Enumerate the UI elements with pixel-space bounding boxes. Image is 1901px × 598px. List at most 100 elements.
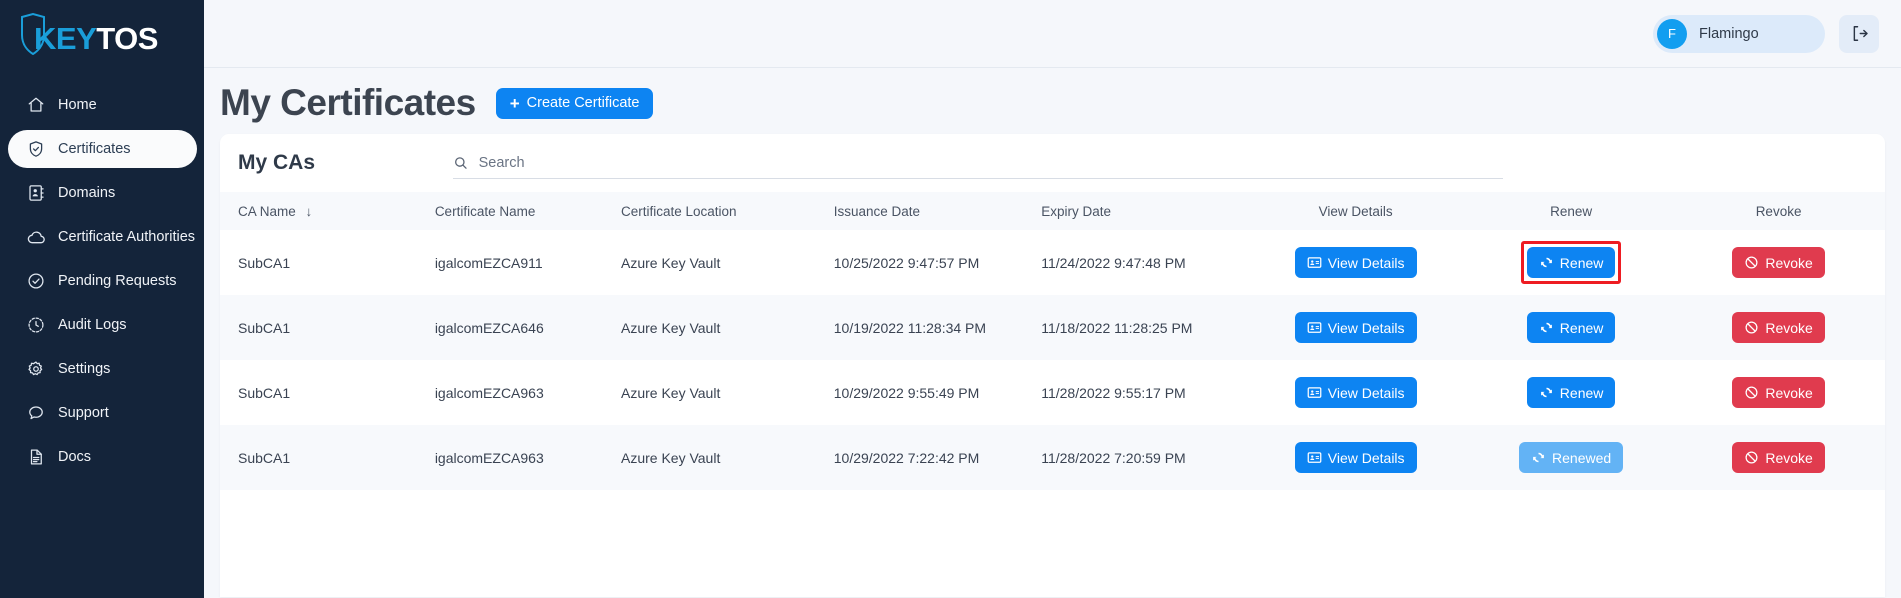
cell-view-details: View Details <box>1241 295 1470 360</box>
sidebar-item-certificate-authorities[interactable]: Certificate Authorities <box>8 218 196 256</box>
cell-issuance-date: 10/25/2022 9:47:57 PM <box>833 254 980 271</box>
cell-certificate-name: igalcomEZCA911 <box>434 254 543 271</box>
revoke-button[interactable]: Revoke <box>1732 442 1825 473</box>
sidebar-item-docs[interactable]: Docs <box>8 438 196 476</box>
renew-label: Renew <box>1559 319 1604 336</box>
no-entry-icon <box>1745 451 1758 464</box>
cell-renew: Renew <box>1470 295 1672 360</box>
cell-renew: Renew <box>1470 360 1672 425</box>
view-details-label: View Details <box>1327 319 1405 336</box>
revoke-label: Revoke <box>1765 319 1813 336</box>
revoke-button[interactable]: Revoke <box>1732 247 1825 278</box>
table-row: SubCA1 igalcomEZCA963 Azure Key Vault 10… <box>220 360 1885 425</box>
sidebar-item-audit-logs[interactable]: Audit Logs <box>8 306 196 344</box>
revoke-label: Revoke <box>1765 254 1813 271</box>
column-header-issuance-date[interactable]: Issuance Date <box>816 192 1023 230</box>
check-circle-icon <box>26 271 46 291</box>
avatar: F <box>1657 18 1687 49</box>
renew-button[interactable]: Renew <box>1526 247 1616 278</box>
cell-ca-name: SubCA1 <box>238 254 291 271</box>
brand-logo[interactable]: KEY TOS <box>0 0 204 78</box>
cell-view-details: View Details <box>1241 360 1470 425</box>
sidebar-item-label: Pending Requests <box>58 273 177 289</box>
no-entry-icon <box>1745 386 1758 399</box>
renew-label: Renew <box>1559 254 1604 271</box>
plus-icon: + <box>509 93 520 113</box>
sidebar-item-pending-requests[interactable]: Pending Requests <box>8 262 196 300</box>
revoke-button[interactable]: Revoke <box>1732 377 1825 408</box>
sidebar-item-label: Certificates <box>58 141 131 157</box>
refresh-icon <box>1540 322 1552 333</box>
cell-ca-name: SubCA1 <box>238 319 291 336</box>
cell-view-details: View Details <box>1241 230 1470 295</box>
renew-button[interactable]: Renew <box>1526 312 1616 343</box>
cell-certificate-name: igalcomEZCA646 <box>434 319 544 336</box>
sort-desc-icon: ↓ <box>305 203 313 219</box>
view-details-button[interactable]: View Details <box>1294 377 1417 408</box>
certificates-card: My CAs CA Name ↓ Ce <box>220 134 1885 597</box>
column-header-ca-name[interactable]: CA Name ↓ <box>220 192 417 230</box>
renew-button[interactable]: Renew <box>1526 377 1616 408</box>
cell-certificate-location: Azure Key Vault <box>620 319 721 336</box>
cell-certificate-location: Azure Key Vault <box>620 384 721 401</box>
view-details-button[interactable]: View Details <box>1294 247 1417 278</box>
view-details-label: View Details <box>1327 449 1405 466</box>
sidebar-item-label: Home <box>58 97 97 113</box>
column-header-view-details: View Details <box>1318 203 1393 219</box>
page-title: My Certificates <box>220 82 476 123</box>
gear-icon <box>26 359 46 379</box>
sidebar-item-certificates[interactable]: Certificates <box>8 130 197 168</box>
column-header-certificate-name[interactable]: Certificate Name <box>417 192 603 230</box>
column-header-revoke: Revoke <box>1755 203 1802 219</box>
home-icon <box>26 95 46 115</box>
view-details-label: View Details <box>1327 384 1405 401</box>
cloud-icon <box>26 227 46 247</box>
sidebar-item-label: Domains <box>58 185 116 201</box>
cell-view-details: View Details <box>1241 425 1470 490</box>
logout-button[interactable] <box>1839 14 1879 53</box>
search-input[interactable] <box>478 154 1503 171</box>
refresh-icon <box>1533 452 1544 463</box>
clock-dashed-icon <box>26 315 46 335</box>
revoke-label: Revoke <box>1765 384 1813 401</box>
id-card-icon <box>1307 452 1322 463</box>
main-content: F Flamingo My Certificates + Create Cert… <box>204 0 1901 598</box>
logout-icon <box>1853 26 1868 41</box>
shield-logo-icon <box>21 13 45 55</box>
cell-certificate-name: igalcomEZCA963 <box>434 384 544 401</box>
renewed-button: Renewed <box>1519 442 1624 473</box>
view-details-button[interactable]: View Details <box>1294 312 1417 343</box>
search-container <box>453 147 1503 179</box>
revoke-button[interactable]: Revoke <box>1732 312 1825 343</box>
cell-revoke: Revoke <box>1672 230 1885 295</box>
sidebar-item-support[interactable]: Support <box>8 394 196 432</box>
document-icon <box>26 447 46 467</box>
cell-ca-name: SubCA1 <box>238 449 291 466</box>
sidebar-item-home[interactable]: Home <box>8 86 196 124</box>
cell-revoke: Revoke <box>1672 425 1885 490</box>
page-header: My Certificates + Create Certificate <box>204 68 1901 134</box>
cell-renew: Renew <box>1470 230 1672 295</box>
view-details-button[interactable]: View Details <box>1294 442 1417 473</box>
sidebar-item-settings[interactable]: Settings <box>8 350 196 388</box>
user-profile-chip[interactable]: F Flamingo <box>1653 14 1825 53</box>
certificates-table: CA Name ↓ Certificate Name Certificate L… <box>220 192 1885 490</box>
chat-bubble-icon <box>26 403 46 423</box>
table-row: SubCA1 igalcomEZCA911 Azure Key Vault 10… <box>220 230 1885 295</box>
create-certificate-label: Create Certificate <box>526 95 640 111</box>
create-certificate-button[interactable]: + Create Certificate <box>495 87 654 119</box>
column-header-certificate-location[interactable]: Certificate Location <box>603 192 816 230</box>
table-head: CA Name ↓ Certificate Name Certificate L… <box>220 192 1885 230</box>
id-card-icon <box>1307 387 1322 398</box>
renewed-label: Renewed <box>1552 449 1612 466</box>
card-header: My CAs <box>220 134 1885 192</box>
refresh-icon <box>1540 387 1552 398</box>
user-name: Flamingo <box>1699 25 1759 42</box>
cell-renew: Renewed <box>1470 425 1672 490</box>
sidebar-item-domains[interactable]: Domains <box>8 174 196 212</box>
contact-card-icon <box>26 183 46 203</box>
sidebar-item-label: Certificate Authorities <box>58 229 196 245</box>
id-card-icon <box>1307 257 1322 268</box>
column-header-expiry-date[interactable]: Expiry Date <box>1023 192 1241 230</box>
cell-expiry-date: 11/28/2022 7:20:59 PM <box>1041 449 1186 466</box>
